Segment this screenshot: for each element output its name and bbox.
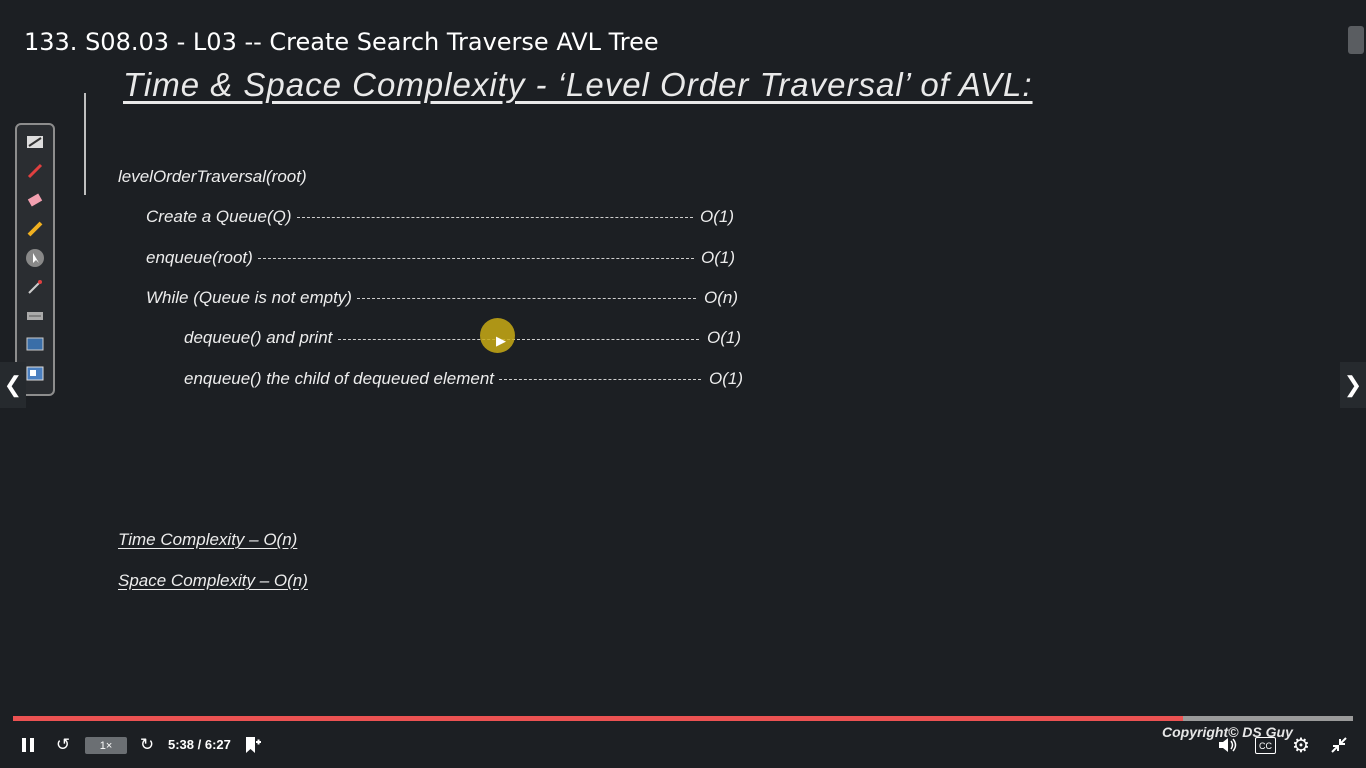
annotation-toolbox [15,123,55,396]
dash-leader [357,298,696,299]
corner-widget[interactable] [1348,26,1364,54]
dash-leader [499,379,701,380]
screen-icon[interactable] [24,334,46,356]
chevron-left-icon: ❮ [3,372,23,397]
pointer-icon[interactable] [24,247,46,269]
mouse-cursor-icon: ▶ [496,333,506,348]
chevron-right-icon: ❯ [1343,372,1363,397]
code-line-text: enqueue(root) [146,248,253,267]
volume-icon [1219,738,1237,752]
code-line-complexity: O(1) [709,369,743,388]
presentation-icon[interactable] [24,363,46,385]
code-line-complexity: O(1) [707,328,741,347]
rewind-icon: ↺ [55,735,71,754]
previous-lecture-button[interactable]: ❮ [0,362,26,408]
pen-icon[interactable] [24,160,46,182]
dash-leader [338,339,699,340]
forward-button[interactable]: ↻ [137,735,157,755]
settings-button[interactable]: ⚙ [1290,734,1312,757]
slide-heading: Time & Space Complexity - ‘Level Order T… [123,66,1033,103]
code-line-text: enqueue() the child of dequeued element [184,369,495,388]
next-lecture-button[interactable]: ❯ [1340,362,1366,408]
space-complexity: Space Complexity – O(n) [118,571,308,590]
highlighter-icon[interactable] [24,218,46,240]
bookmark-add-icon [246,737,261,753]
time-display: 5:38 / 6:27 [168,737,231,752]
progress-fill [13,716,1183,721]
speed-button[interactable]: 1× [85,737,127,754]
code-line-complexity: O(n) [704,288,738,307]
exit-fullscreen-button[interactable] [1328,735,1350,755]
function-name: levelOrderTraversal(root) [118,167,307,186]
captions-icon: CC [1259,740,1272,751]
slide-vertical-line [84,93,86,195]
pause-button[interactable] [18,735,38,755]
pause-icon [22,738,34,752]
dash-leader [258,258,694,259]
brush-icon[interactable] [24,276,46,298]
forward-icon: ↻ [139,735,155,754]
code-line-text: dequeue() and print [184,328,333,347]
code-line-text: While (Queue is not empty) [146,288,352,307]
captions-button[interactable]: CC [1255,737,1276,754]
whiteboard-icon[interactable] [24,131,46,153]
code-line-text: Create a Queue(Q) [146,207,292,226]
code-line-complexity: O(1) [700,207,734,226]
exit-fullscreen-icon [1331,737,1347,753]
dash-leader [297,217,693,218]
time-complexity: Time Complexity – O(n) [118,530,298,549]
keyboard-icon[interactable] [24,305,46,327]
bookmark-button[interactable] [241,735,263,755]
gear-icon: ⚙ [1292,734,1310,757]
code-line-complexity: O(1) [701,248,735,267]
video-title: 133. S08.03 - L03 -- Create Search Trave… [24,28,659,56]
progress-bar[interactable] [13,716,1353,721]
eraser-icon[interactable] [24,189,46,211]
volume-button[interactable] [1217,735,1239,755]
rewind-button[interactable]: ↺ [53,735,73,755]
